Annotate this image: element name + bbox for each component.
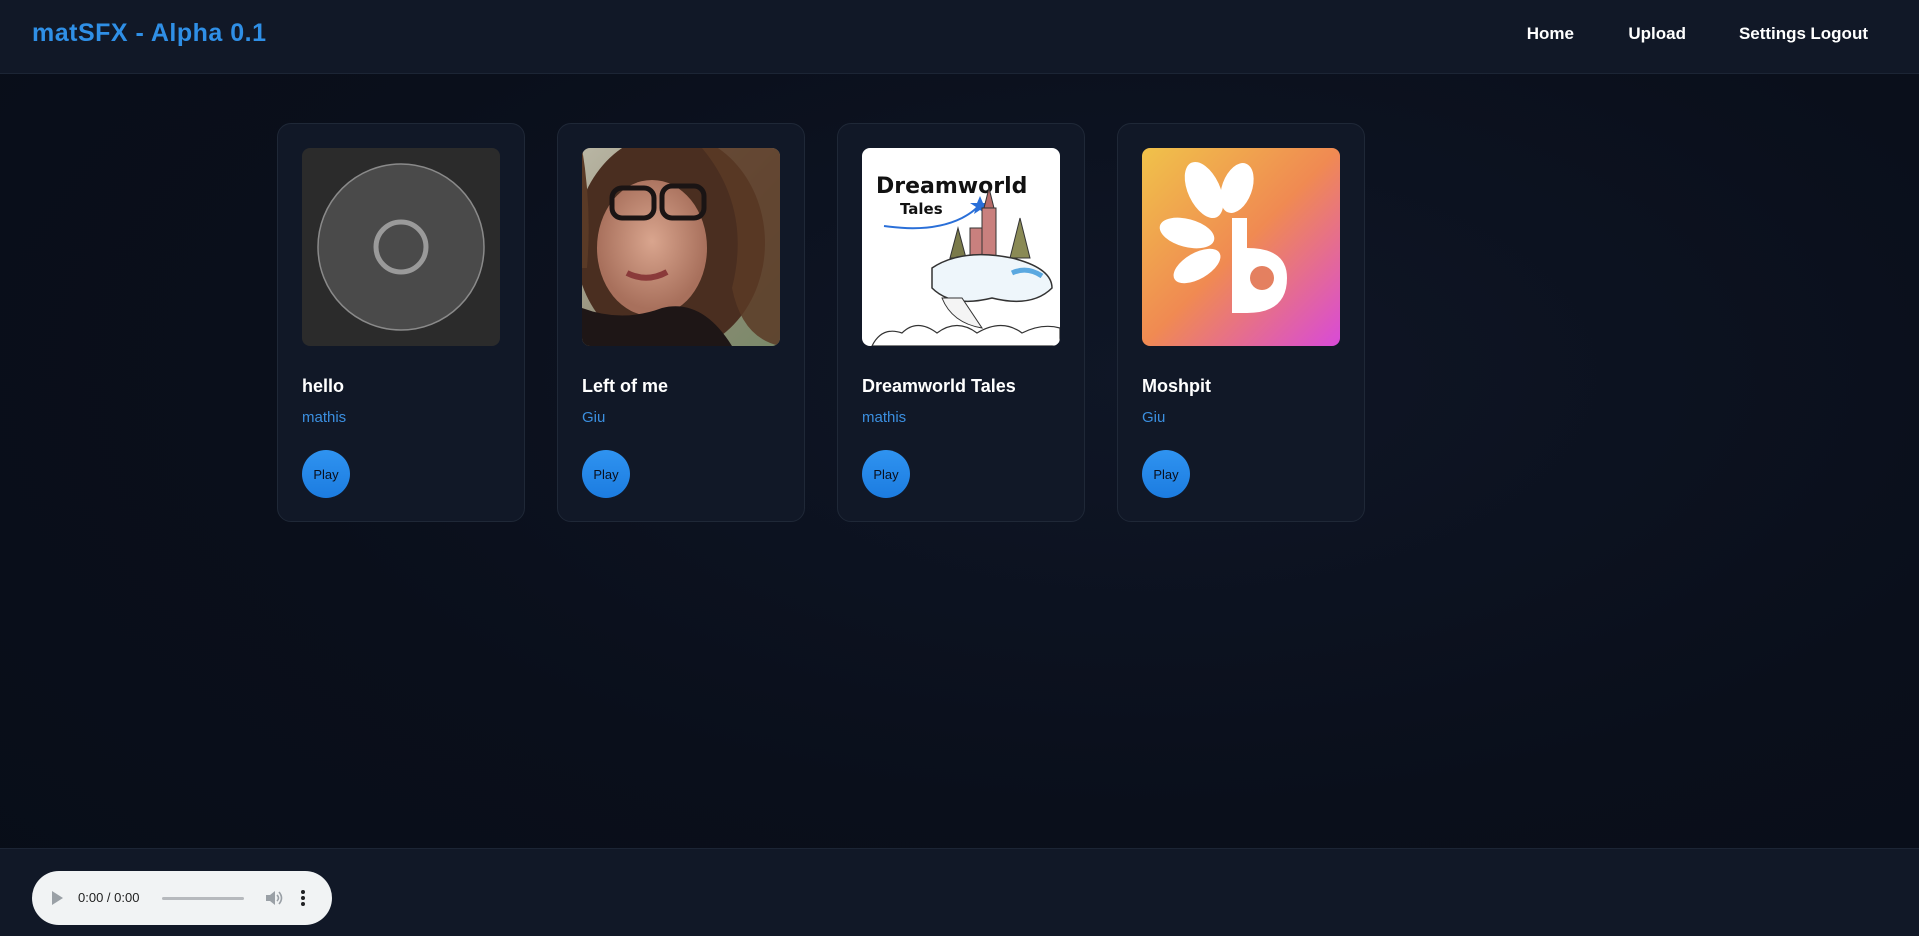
- track-card: Left of me Giu Play: [557, 123, 805, 522]
- portrait-photo-image: [582, 148, 780, 346]
- track-card: Moshpit Giu Play: [1117, 123, 1365, 522]
- track-artist-link[interactable]: mathis: [302, 409, 346, 426]
- track-cover[interactable]: Dreamworld Tales: [862, 148, 1060, 346]
- player-bar: 0:00 / 0:00: [0, 848, 1919, 936]
- app-brand[interactable]: matSFX - Alpha 0.1: [32, 19, 267, 48]
- nav-logout-link[interactable]: Logout: [1810, 24, 1868, 44]
- nav-home-link[interactable]: Home: [1527, 24, 1574, 44]
- track-cover[interactable]: [582, 148, 780, 346]
- track-cover[interactable]: [1142, 148, 1340, 346]
- nav-upload-link[interactable]: Upload: [1628, 24, 1686, 44]
- track-title[interactable]: Dreamworld Tales: [862, 376, 1016, 397]
- cover-subtitle-text: Tales: [900, 200, 943, 218]
- nav-settings-link[interactable]: Settings: [1739, 24, 1806, 44]
- volume-icon[interactable]: [264, 888, 284, 908]
- more-options-icon[interactable]: [300, 888, 306, 908]
- track-artist-link[interactable]: mathis: [862, 409, 906, 426]
- track-card: hello mathis Play: [277, 123, 525, 522]
- track-artist-link[interactable]: Giu: [582, 409, 605, 426]
- disc-icon: [302, 148, 500, 346]
- playback-time: 0:00 / 0:00: [78, 890, 140, 905]
- flower-logo-icon: [1142, 148, 1340, 346]
- top-navbar: matSFX - Alpha 0.1 Home Upload Settings …: [0, 0, 1919, 74]
- track-title[interactable]: hello: [302, 376, 344, 397]
- track-title[interactable]: Moshpit: [1142, 376, 1211, 397]
- play-button[interactable]: Play: [862, 450, 910, 498]
- play-button[interactable]: Play: [302, 450, 350, 498]
- track-artist-link[interactable]: Giu: [1142, 409, 1165, 426]
- seek-slider[interactable]: [162, 897, 244, 900]
- play-button[interactable]: Play: [582, 450, 630, 498]
- audio-player[interactable]: 0:00 / 0:00: [32, 871, 332, 925]
- play-icon[interactable]: [52, 891, 63, 905]
- track-cover[interactable]: [302, 148, 500, 346]
- track-title[interactable]: Left of me: [582, 376, 668, 397]
- track-card: Dreamworld Tales Dreamworld Tales mathis…: [837, 123, 1085, 522]
- play-button[interactable]: Play: [1142, 450, 1190, 498]
- cover-title-text: Dreamworld: [876, 174, 1027, 199]
- dreamworld-cover-art: Dreamworld Tales: [862, 148, 1060, 346]
